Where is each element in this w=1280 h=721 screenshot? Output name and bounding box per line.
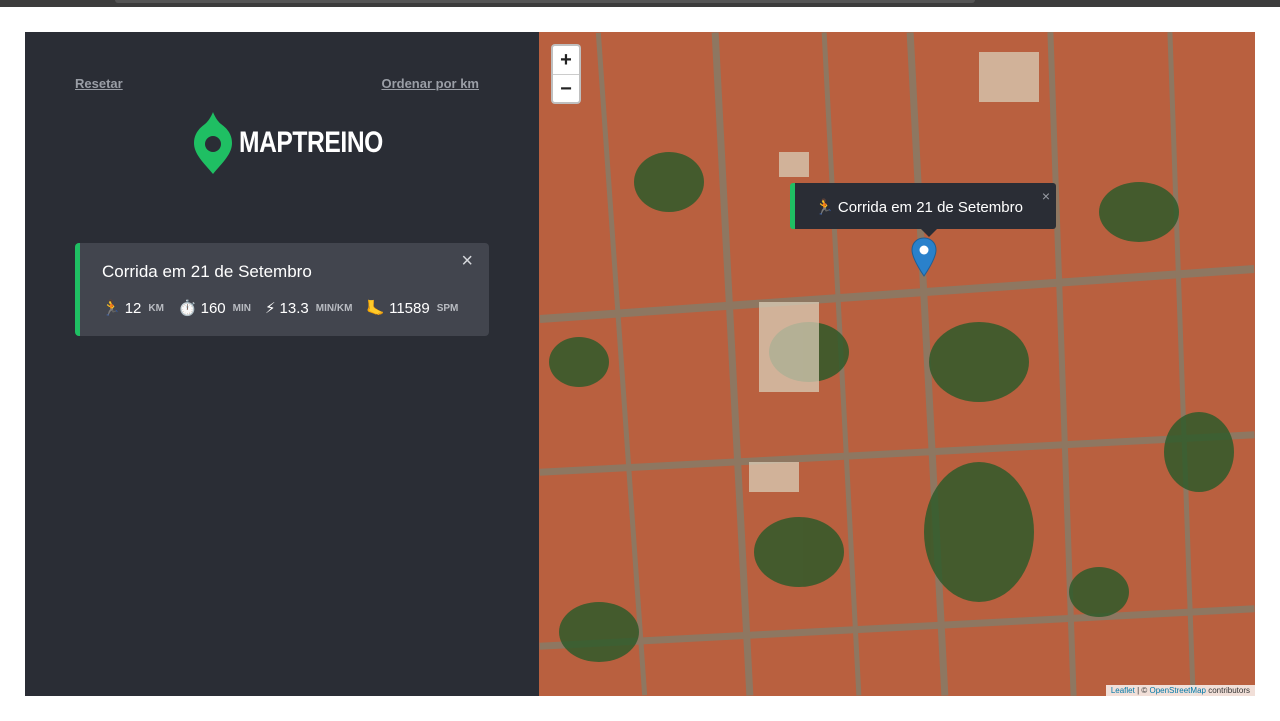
run-card-title: Corrida em 21 de Setembro	[102, 262, 312, 281]
stat-distance-unit: KM	[148, 302, 164, 314]
runner-icon: 🏃	[102, 300, 121, 317]
satellite-map[interactable]: + − 🏃 Corrida em 21 de Setembro × Leafle…	[539, 32, 1255, 696]
zoom-control: + −	[551, 44, 581, 104]
zoom-in-button[interactable]: +	[553, 46, 579, 75]
stat-duration-unit: MIN	[232, 302, 251, 314]
sort-by-km-link[interactable]: Ordenar por km	[381, 76, 479, 91]
logo-text: MAPTREINO	[239, 126, 383, 159]
sidebar-top-links: Resetar Ordenar por km	[75, 76, 479, 91]
attribution-contributors: contributors	[1205, 686, 1250, 695]
stat-distance-value: 12	[124, 299, 142, 317]
run-card[interactable]: Corrida em 21 de Setembro × 🏃 12 KM ⏱️ 1…	[75, 243, 489, 336]
stat-duration-value: 160	[200, 299, 226, 317]
popup-tip	[921, 229, 937, 237]
foot-icon: 🦶	[366, 300, 386, 317]
openstreetmap-link[interactable]: OpenStreetMap	[1149, 686, 1205, 695]
stat-pace-unit: MIN/KM	[315, 302, 353, 314]
map-popup-label: Corrida em 21 de Setembro	[837, 199, 1023, 216]
app-container: Resetar Ordenar por km MAPTREINO Corrida…	[25, 32, 1255, 696]
stat-duration: ⏱️ 160 MIN	[177, 299, 251, 318]
stat-pace: ⚡ 13.3 MIN/KM	[265, 299, 353, 318]
stat-cadence: 🦶 11589 SPM	[366, 299, 459, 318]
runner-icon: 🏃	[815, 199, 834, 216]
stat-distance: 🏃 12 KM	[102, 299, 164, 318]
close-icon[interactable]: ×	[1042, 188, 1050, 204]
reset-link[interactable]: Resetar	[75, 76, 123, 91]
zoom-out-button[interactable]: −	[553, 75, 579, 104]
sidebar: Resetar Ordenar por km MAPTREINO Corrida…	[25, 32, 539, 696]
logo: MAPTREINO	[193, 110, 415, 176]
map-popup-text: 🏃 Corrida em 21 de Setembro	[815, 198, 1023, 216]
leaflet-link[interactable]: Leaflet	[1111, 686, 1135, 695]
browser-top-bar-inner	[115, 0, 975, 3]
run-stats: 🏃 12 KM ⏱️ 160 MIN ⚡ 13.3 MIN/KM 🦶 11589	[102, 299, 459, 318]
close-icon[interactable]: ×	[461, 251, 473, 271]
map-pin-icon	[194, 112, 232, 174]
map-attribution: Leaflet | © OpenStreetMap contributors	[1105, 685, 1255, 696]
browser-top-bar	[0, 0, 1280, 7]
map-popup: 🏃 Corrida em 21 de Setembro ×	[790, 183, 1056, 237]
stat-cadence-value: 11589	[389, 299, 430, 317]
stat-pace-value: 13.3	[279, 299, 309, 317]
lightning-icon: ⚡	[265, 300, 276, 317]
attribution-separator: | ©	[1134, 686, 1150, 695]
map-tiles[interactable]	[539, 32, 1255, 696]
stopwatch-icon: ⏱️	[177, 300, 197, 317]
map-marker-icon[interactable]	[911, 237, 937, 277]
stat-cadence-unit: SPM	[436, 302, 459, 314]
